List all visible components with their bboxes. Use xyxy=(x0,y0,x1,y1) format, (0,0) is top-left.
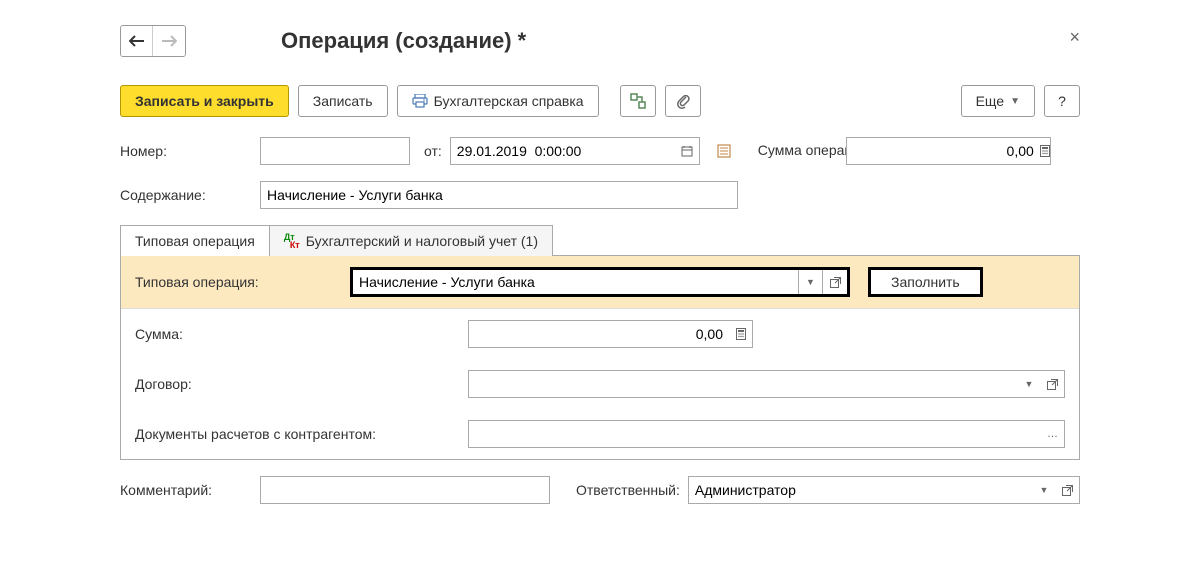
contract-open-button[interactable] xyxy=(1041,370,1065,398)
chevron-down-icon: ▼ xyxy=(806,277,815,287)
responsible-label: Ответственный: xyxy=(576,482,680,498)
printer-icon xyxy=(412,94,428,108)
open-external-icon xyxy=(830,277,841,288)
date-input-group xyxy=(450,137,700,165)
attach-button[interactable] xyxy=(665,85,701,117)
document-icon xyxy=(716,144,732,158)
type-operation-dropdown-button[interactable]: ▼ xyxy=(799,270,823,294)
tabs: Типовая операция ДтКт Бухгалтерский и на… xyxy=(120,225,1080,256)
tab-type-operation-label: Типовая операция xyxy=(135,233,255,249)
page-title: Операция (создание) * xyxy=(281,28,526,54)
date-picker-button[interactable] xyxy=(676,137,700,165)
form-icon[interactable] xyxy=(716,144,732,158)
type-operation-label: Типовая операция: xyxy=(135,274,340,290)
sum-input[interactable] xyxy=(468,320,729,348)
responsible-open-button[interactable] xyxy=(1056,476,1080,504)
structure-icon xyxy=(630,93,646,109)
contract-input[interactable] xyxy=(468,370,1017,398)
responsible-dropdown-button[interactable]: ▼ xyxy=(1032,476,1056,504)
tab-content: Типовая операция: ▼ Заполнить Сумма: Дог… xyxy=(120,255,1080,460)
help-button[interactable]: ? xyxy=(1044,85,1080,117)
tab-accounting-label: Бухгалтерский и налоговый учет (1) xyxy=(306,233,538,249)
dt-kt-icon: ДтКт xyxy=(284,233,300,249)
comment-label: Комментарий: xyxy=(120,482,252,498)
docs-label: Документы расчетов с контрагентом: xyxy=(135,426,458,442)
more-button[interactable]: Еще ▼ xyxy=(961,85,1035,117)
responsible-input[interactable] xyxy=(688,476,1032,504)
type-operation-input[interactable] xyxy=(353,270,799,294)
docs-more-button[interactable]: … xyxy=(1041,420,1065,448)
sum-calc-button[interactable] xyxy=(729,320,753,348)
sum-label: Сумма: xyxy=(135,326,458,342)
row-settlement-docs: Документы расчетов с контрагентом: … xyxy=(121,409,1079,459)
save-and-close-button[interactable]: Записать и закрыть xyxy=(120,85,289,117)
contract-dropdown-button[interactable]: ▼ xyxy=(1017,370,1041,398)
operation-sum-input[interactable] xyxy=(846,137,1040,165)
nav-buttons xyxy=(120,25,186,57)
paperclip-icon xyxy=(676,93,690,109)
responsible-group: ▼ xyxy=(688,476,1080,504)
open-external-icon xyxy=(1062,485,1073,496)
type-operation-row: Типовая операция: ▼ Заполнить xyxy=(121,256,1079,309)
nav-forward-button[interactable] xyxy=(153,26,185,56)
date-input[interactable] xyxy=(450,137,676,165)
open-external-icon xyxy=(1047,379,1058,390)
accounting-report-label: Бухгалтерская справка xyxy=(434,93,584,109)
arrow-left-icon xyxy=(129,35,145,47)
type-operation-combo: ▼ xyxy=(350,267,850,297)
chevron-down-icon: ▼ xyxy=(1010,96,1020,107)
contract-label: Договор: xyxy=(135,376,458,392)
operation-sum-calc-button[interactable] xyxy=(1040,137,1051,165)
header: Операция (создание) * × xyxy=(120,25,1080,57)
operation-sum-label: Сумма операции: xyxy=(758,143,838,158)
sum-group xyxy=(468,320,753,348)
calculator-icon xyxy=(1040,145,1050,157)
docs-group: … xyxy=(468,420,1065,448)
chevron-down-icon: ▼ xyxy=(1025,379,1034,389)
content-label: Содержание: xyxy=(120,187,252,203)
chevron-down-icon: ▼ xyxy=(1040,485,1049,495)
row-sum: Сумма: xyxy=(121,309,1079,359)
type-operation-open-button[interactable] xyxy=(823,270,847,294)
row-footer: Комментарий: Ответственный: ▼ xyxy=(120,476,1080,504)
arrow-right-icon xyxy=(161,35,177,47)
fill-button[interactable]: Заполнить xyxy=(868,267,983,297)
tab-type-operation[interactable]: Типовая операция xyxy=(120,225,270,256)
save-button[interactable]: Записать xyxy=(298,85,388,117)
content-input[interactable] xyxy=(260,181,738,209)
calendar-icon xyxy=(681,145,693,157)
date-label: от: xyxy=(424,143,442,159)
close-button[interactable]: × xyxy=(1069,27,1080,48)
nav-back-button[interactable] xyxy=(121,26,153,56)
calculator-icon xyxy=(736,328,746,340)
accounting-report-button[interactable]: Бухгалтерская справка xyxy=(397,85,599,117)
row-number-date-sum: Номер: от: Сумма операции: xyxy=(120,137,1080,165)
number-input[interactable] xyxy=(260,137,410,165)
comment-input[interactable] xyxy=(260,476,550,504)
row-content: Содержание: xyxy=(120,181,1080,209)
tab-accounting[interactable]: ДтКт Бухгалтерский и налоговый учет (1) xyxy=(270,225,553,256)
row-contract: Договор: ▼ xyxy=(121,359,1079,409)
operation-sum-group xyxy=(846,137,1051,165)
link-button[interactable] xyxy=(620,85,656,117)
more-label: Еще xyxy=(976,93,1005,109)
ellipsis-icon: … xyxy=(1047,428,1058,440)
docs-input[interactable] xyxy=(468,420,1041,448)
number-label: Номер: xyxy=(120,143,252,159)
contract-group: ▼ xyxy=(468,370,1065,398)
toolbar: Записать и закрыть Записать Бухгалтерска… xyxy=(120,85,1080,117)
